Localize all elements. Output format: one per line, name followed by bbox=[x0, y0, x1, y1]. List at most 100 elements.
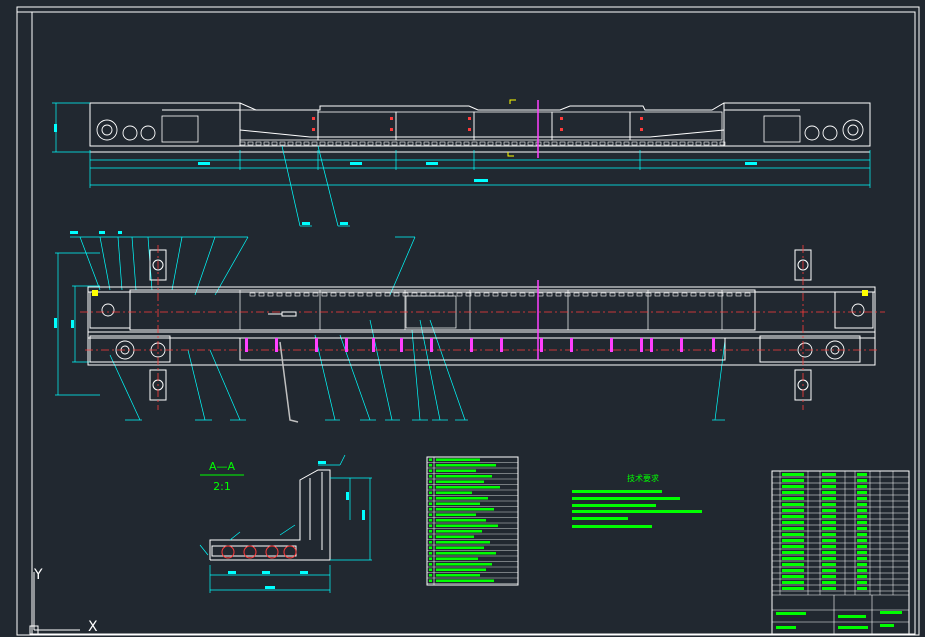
bom-row-index bbox=[429, 546, 432, 549]
chain-plate bbox=[609, 292, 616, 297]
chain-plate bbox=[735, 292, 742, 297]
chain-link bbox=[343, 141, 350, 146]
chain-link bbox=[583, 141, 590, 146]
chain-link bbox=[647, 141, 654, 146]
chain-plate bbox=[663, 292, 670, 297]
title-block-cell bbox=[782, 581, 804, 584]
chain-link bbox=[367, 141, 374, 146]
title-block-cell bbox=[857, 563, 867, 566]
chain-link bbox=[679, 141, 686, 146]
title-block-cell bbox=[822, 497, 836, 500]
marker bbox=[570, 338, 573, 352]
plan-frame-outline bbox=[87, 286, 876, 366]
chain-link bbox=[575, 141, 582, 146]
chain-link bbox=[607, 141, 614, 146]
chain-link bbox=[383, 141, 390, 146]
chain-link bbox=[359, 141, 366, 146]
title-block-cell bbox=[857, 569, 867, 572]
plan-leaders bbox=[55, 236, 726, 421]
bom-row-text bbox=[436, 524, 498, 527]
chain-link bbox=[239, 141, 246, 146]
chain-plate bbox=[600, 292, 607, 297]
title-block-cell bbox=[822, 569, 836, 572]
chain-link bbox=[559, 141, 566, 146]
chain-plate bbox=[249, 292, 256, 297]
title-block-cell bbox=[822, 587, 836, 590]
title-block-cell bbox=[857, 491, 867, 494]
drive-shaft-leader bbox=[279, 341, 299, 423]
title-block-cell bbox=[822, 521, 836, 524]
bom-row-text bbox=[436, 502, 480, 505]
chain-plate bbox=[627, 292, 634, 297]
title-block-cell bbox=[782, 587, 804, 590]
chain-link bbox=[495, 141, 502, 146]
title-block-cell bbox=[782, 521, 804, 524]
elevation-joint-markers bbox=[312, 117, 643, 131]
chain-plate bbox=[555, 292, 562, 297]
chain-plate bbox=[438, 292, 445, 297]
bom-row-index bbox=[429, 519, 432, 522]
chain-plate bbox=[402, 292, 409, 297]
chain-link bbox=[439, 141, 446, 146]
title-block-cell bbox=[857, 479, 867, 482]
title-block-cell bbox=[782, 479, 804, 482]
bom-row-text bbox=[436, 557, 478, 560]
chain-plate bbox=[429, 292, 436, 297]
section-marks bbox=[507, 99, 516, 157]
chain-link bbox=[447, 141, 454, 146]
notes-lines bbox=[572, 490, 702, 528]
marker bbox=[500, 338, 503, 352]
title-block bbox=[771, 470, 910, 635]
chain-plate bbox=[339, 292, 346, 297]
title-block-cell bbox=[782, 575, 804, 578]
marker bbox=[345, 338, 348, 352]
chain-plate bbox=[492, 292, 499, 297]
bom-row-text bbox=[436, 458, 480, 461]
marker bbox=[275, 338, 278, 352]
chain-link bbox=[351, 141, 358, 146]
chain-plate bbox=[519, 292, 526, 297]
chain-link bbox=[247, 141, 254, 146]
chain-plate bbox=[258, 292, 265, 297]
elevation-chain-links bbox=[239, 141, 726, 146]
title-block-cell bbox=[782, 527, 804, 530]
chain-plate bbox=[591, 292, 598, 297]
chain-link bbox=[287, 141, 294, 146]
bom-row-text bbox=[436, 535, 474, 538]
chain-link bbox=[431, 141, 438, 146]
marker bbox=[430, 338, 433, 352]
chain-link bbox=[279, 141, 286, 146]
title-block-cell bbox=[822, 479, 836, 482]
title-block-cell bbox=[822, 557, 836, 560]
bom-row-text bbox=[436, 541, 490, 544]
chain-link bbox=[375, 141, 382, 146]
bom-row-index bbox=[429, 469, 432, 472]
title-block-cell bbox=[782, 569, 804, 572]
title-block-cell bbox=[822, 563, 836, 566]
chain-plate bbox=[510, 292, 517, 297]
chain-plate bbox=[672, 292, 679, 297]
chain-plate bbox=[375, 292, 382, 297]
chain-link bbox=[511, 141, 518, 146]
chain-link bbox=[631, 141, 638, 146]
chain-link bbox=[671, 141, 678, 146]
section-dimensions bbox=[199, 454, 372, 593]
chain-link bbox=[615, 141, 622, 146]
chain-link bbox=[527, 141, 534, 146]
bom-row-text bbox=[436, 475, 492, 478]
marker bbox=[245, 338, 248, 352]
cad-drawing-canvas[interactable]: A—A 2:1 技术要求 bbox=[0, 0, 925, 637]
title-block-cell bbox=[782, 533, 804, 536]
elevation-dimension-ticks bbox=[54, 124, 757, 225]
chain-plate bbox=[681, 292, 688, 297]
bom-row-index bbox=[429, 480, 432, 483]
title-block-cell bbox=[857, 545, 867, 548]
title-block-cell bbox=[822, 539, 836, 542]
technical-notes: 技术要求 bbox=[572, 473, 702, 528]
chain-link bbox=[591, 141, 598, 146]
plan-anchor-lugs bbox=[149, 249, 812, 401]
bom-row-index bbox=[429, 557, 432, 560]
chain-link bbox=[463, 141, 470, 146]
title-block-cell bbox=[782, 515, 804, 518]
title-block-cell bbox=[782, 485, 804, 488]
